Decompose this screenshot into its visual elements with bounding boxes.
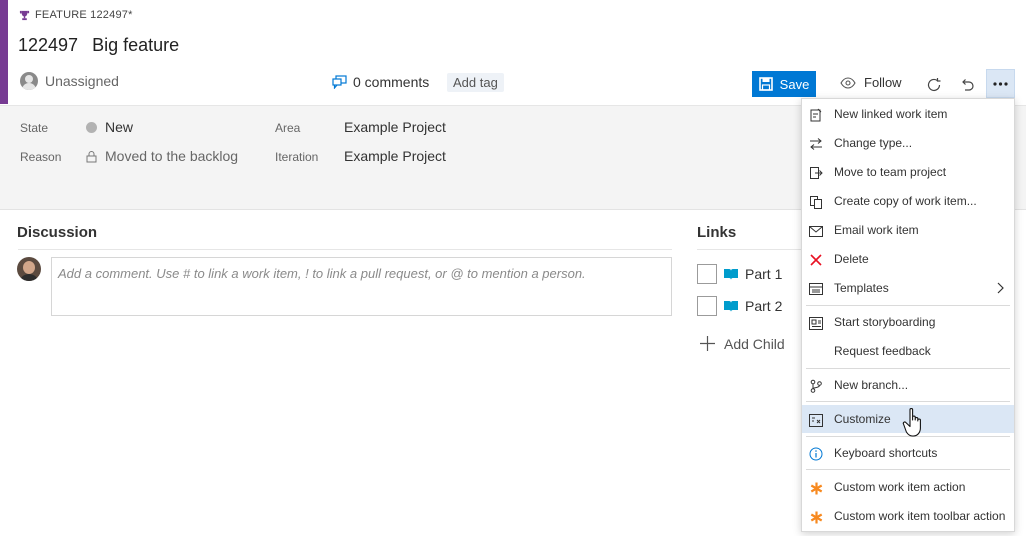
comments-link[interactable]: 0 comments [332,74,429,90]
undo-icon [962,79,974,91]
menu-item-create-copy[interactable]: Create copy of work item... [802,187,1014,215]
menu-item-start-storyboarding[interactable]: Start storyboarding [802,308,1014,336]
templates-icon [808,281,824,297]
linked-item-icon [808,107,824,123]
state-field[interactable]: New [86,119,133,135]
link-checkbox[interactable] [697,296,717,316]
assignee-picker[interactable]: Unassigned [20,72,119,90]
menu-item-request-feedback[interactable]: Request feedback [802,337,1014,365]
add-child-button[interactable]: Add Child [699,335,785,352]
menu-item-delete[interactable]: Delete [802,245,1014,273]
book-icon [724,269,738,280]
hand-pointer-icon [902,408,921,437]
add-child-label: Add Child [724,335,785,352]
work-item-title[interactable]: Big feature [92,35,179,56]
assignee-label: Unassigned [45,73,119,89]
work-item-id: 122497 [18,35,79,55]
user-avatar [17,257,41,281]
asterisk-icon [808,509,824,525]
menu-separator [806,469,1010,470]
refresh-icon [927,78,941,91]
menu-item-custom-work-item-toolbar-action[interactable]: Custom work item toolbar action [802,502,1014,530]
follow-label: Follow [864,75,902,90]
follow-button[interactable]: Follow [840,75,902,90]
area-label: Area [275,121,301,135]
lock-icon [86,150,97,162]
reason-field: Moved to the backlog [86,148,238,164]
comment-input[interactable]: Add a comment. Use # to link a work item… [51,257,672,316]
links-title: Links [697,224,737,241]
comments-count: 0 comments [353,74,430,90]
feature-accent-bar [0,0,8,104]
work-item-header: FEATURE 122497* 122497 Big feature Unass… [0,0,1026,106]
menu-item-new-branch[interactable]: New branch... [802,371,1014,399]
trophy-icon [19,10,30,20]
menu-item-email-work-item[interactable]: Email work item [802,216,1014,244]
branch-icon [808,378,824,394]
more-actions-menu: New linked work item Change type... Move… [801,98,1015,532]
mail-icon [808,223,824,239]
link-label: Part 1 [745,266,783,282]
link-item[interactable]: Part 1 [697,264,782,284]
save-label: Save [779,76,810,92]
copy-icon [808,194,824,210]
menu-item-move-to-team-project[interactable]: Move to team project [802,158,1014,186]
work-item-title-line: 122497 Big feature [18,35,179,56]
menu-item-new-linked-work-item[interactable]: New linked work item [802,100,1014,128]
plus-icon [700,336,715,351]
move-icon [808,165,824,181]
chevron-right-icon [997,282,1004,294]
state-label: State [20,121,49,135]
menu-separator [806,401,1010,402]
reason-value: Moved to the backlog [105,148,239,164]
undo-button[interactable] [954,72,980,98]
link-label: Part 2 [745,298,783,314]
unassigned-avatar-icon [20,72,38,90]
asterisk-icon [808,480,824,496]
links-divider [697,249,807,250]
refresh-button[interactable] [921,72,947,98]
iteration-field[interactable]: Example Project [344,148,446,164]
link-checkbox[interactable] [697,264,717,284]
menu-separator [806,305,1010,306]
book-icon [724,301,738,312]
customize-icon [808,412,824,428]
delete-icon [808,252,824,268]
link-item[interactable]: Part 2 [697,296,782,316]
menu-separator [806,368,1010,369]
storyboard-icon [808,315,824,331]
info-icon [808,446,824,462]
area-field[interactable]: Example Project [344,119,446,135]
add-tag-button[interactable]: Add tag [447,73,504,92]
iteration-label: Iteration [275,150,319,164]
menu-item-change-type[interactable]: Change type... [802,129,1014,157]
more-actions-button[interactable] [986,69,1015,98]
work-item-type: FEATURE 122497* [19,9,133,21]
menu-item-templates[interactable]: Templates [802,274,1014,302]
change-type-icon [808,136,824,152]
work-item-type-label: FEATURE 122497* [35,9,133,21]
ellipsis-icon [993,81,1008,86]
save-button[interactable]: Save [752,71,816,97]
comments-icon [332,75,347,89]
menu-item-keyboard-shortcuts[interactable]: Keyboard shortcuts [802,439,1014,467]
menu-item-custom-work-item-action[interactable]: Custom work item action [802,473,1014,501]
state-dot-icon [86,121,97,133]
state-value: New [105,119,134,135]
eye-icon [840,76,856,89]
discussion-title: Discussion [17,224,98,241]
discussion-divider [18,249,672,250]
save-icon [758,77,773,91]
reason-label: Reason [20,150,62,164]
